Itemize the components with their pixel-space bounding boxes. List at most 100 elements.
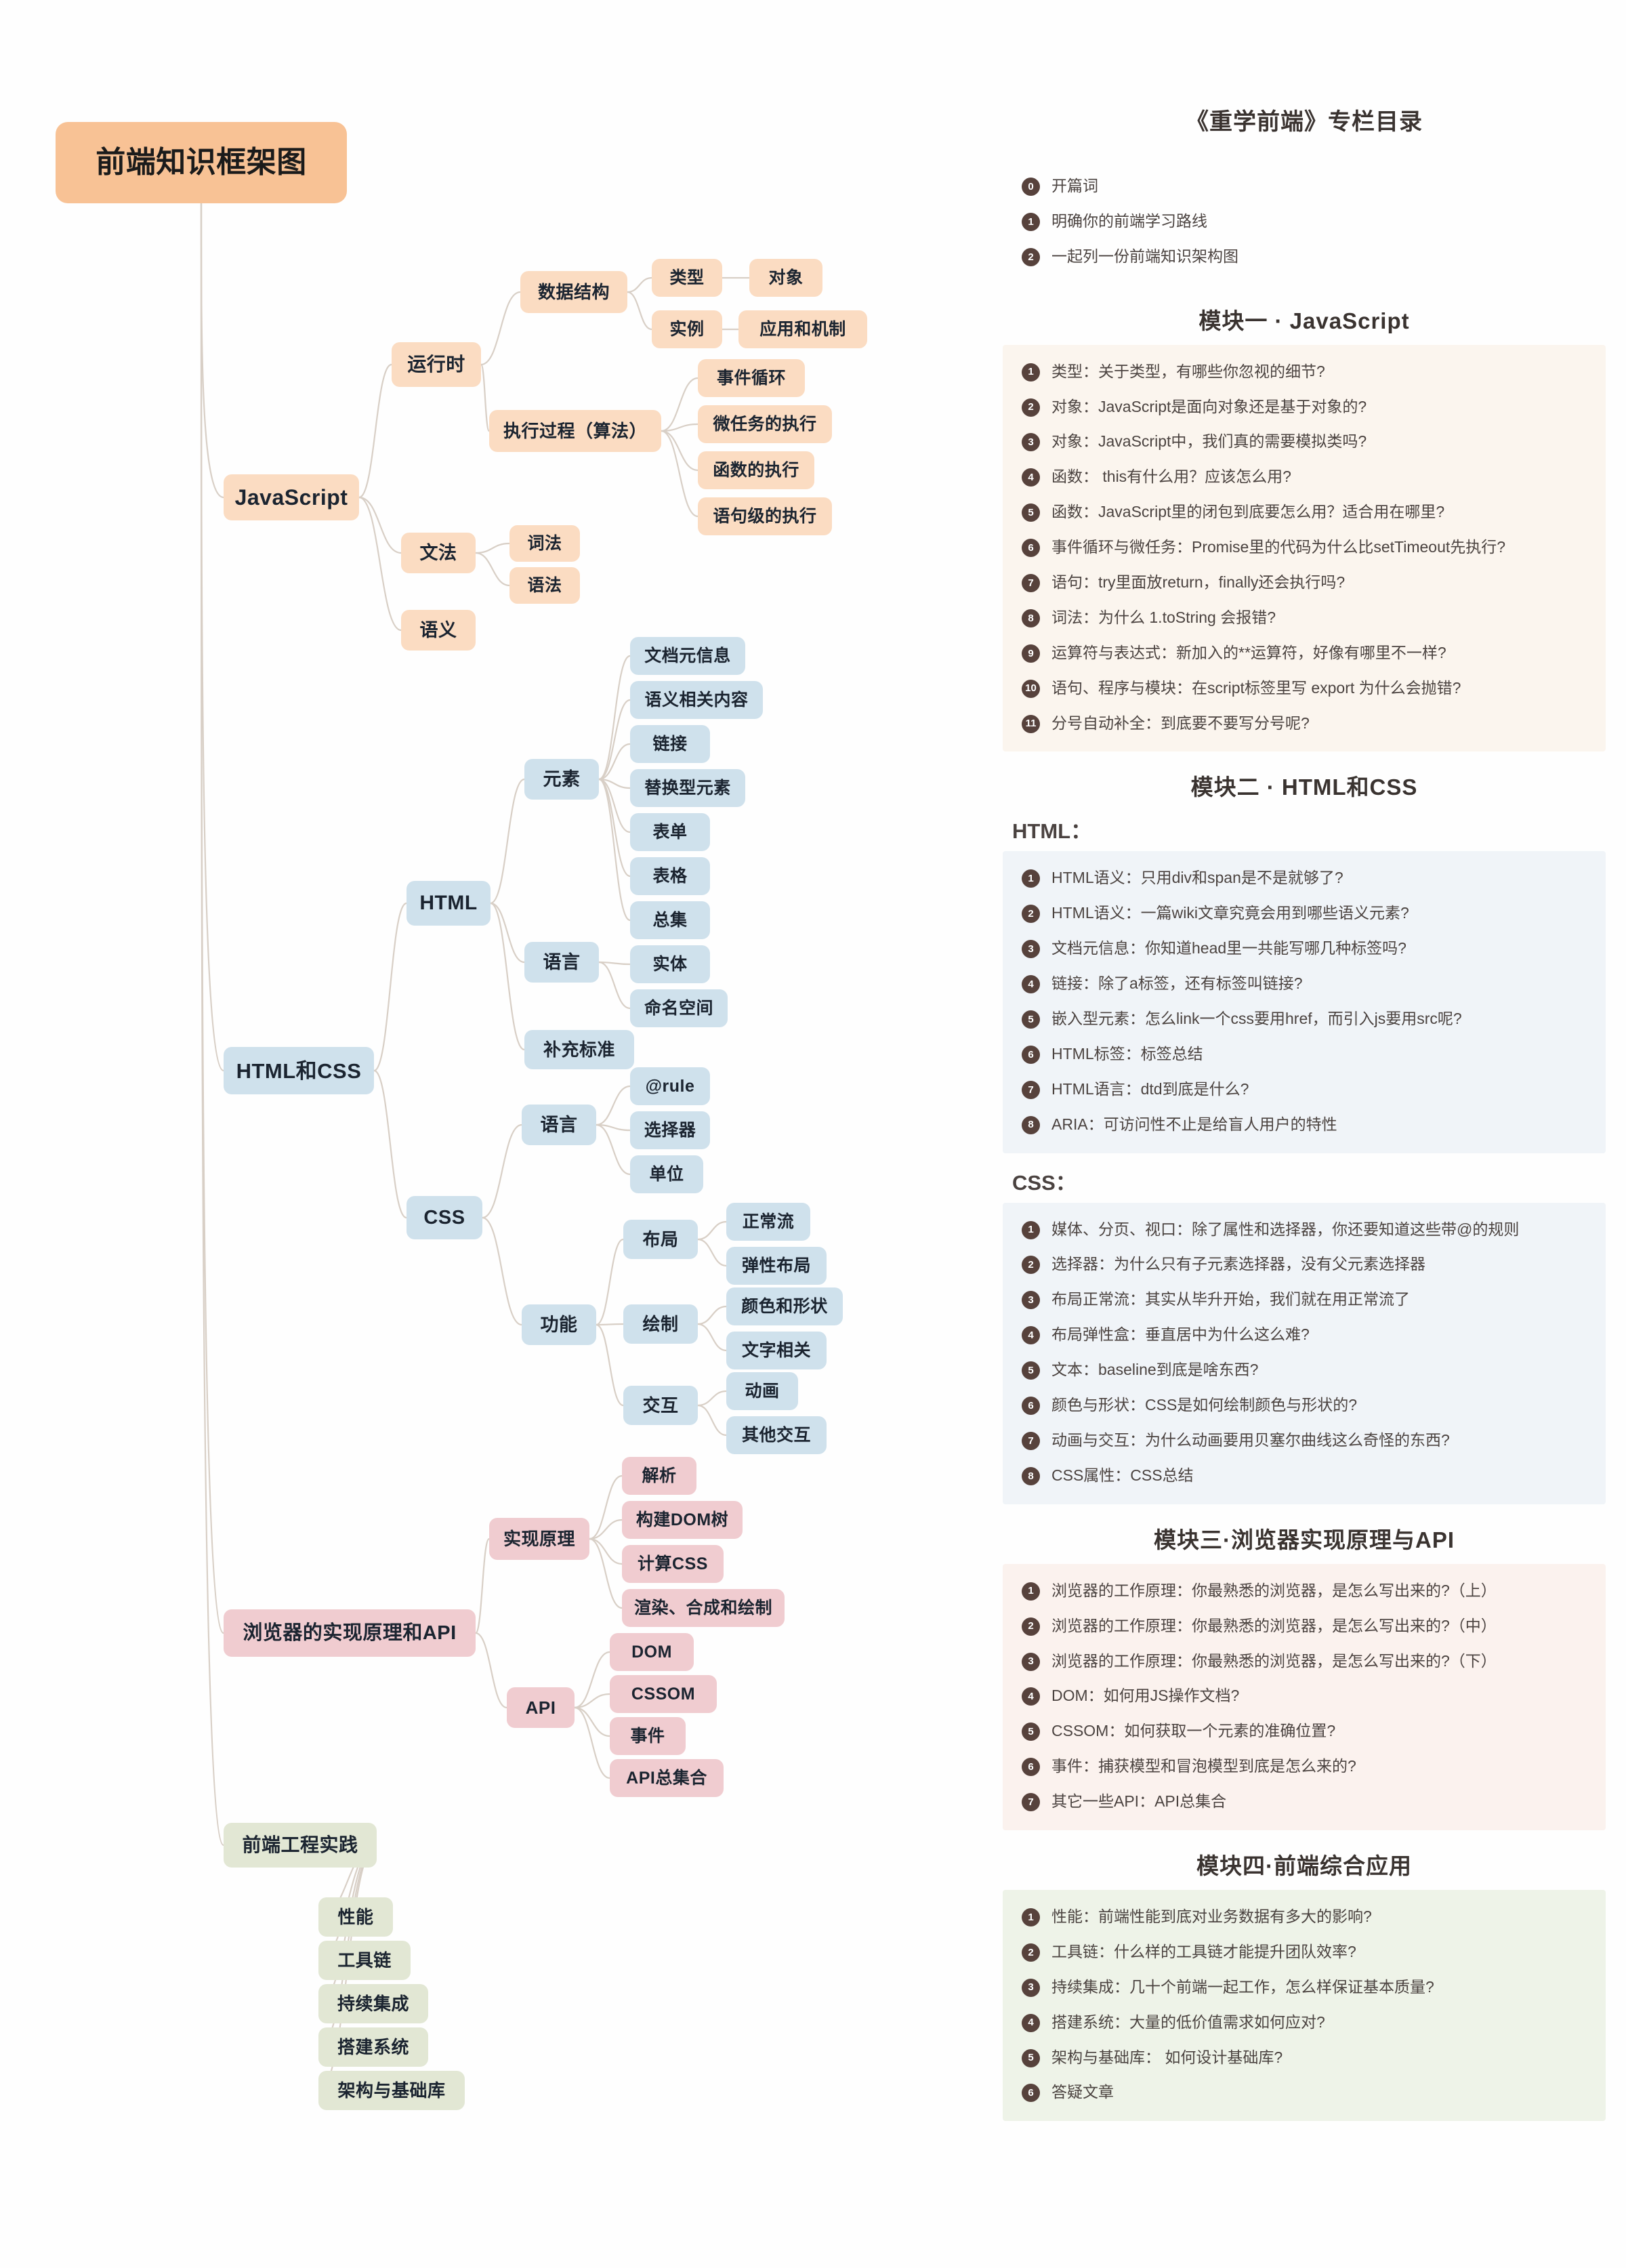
mindmap-node-br-i1[interactable]: 解析 <box>622 1457 696 1495</box>
mindmap-node-br-i4[interactable]: 渲染、合成和绘制 <box>622 1589 785 1627</box>
mindmap-node-br-api[interactable]: API <box>507 1687 575 1728</box>
mindmap-node-js-in[interactable]: 实例 <box>652 310 722 348</box>
mindmap-node-c-drw1[interactable]: 颜色和形状 <box>726 1287 843 1325</box>
mindmap-node-js-sem[interactable]: 语义 <box>401 610 476 651</box>
mindmap-node-js-ep[interactable]: 执行过程（算法） <box>489 410 661 452</box>
mindmap-node-root[interactable]: 前端知识框架图 <box>56 122 347 203</box>
toc-item[interactable]: 6 颜色与形状：CSS是如何绘制颜色与形状的? <box>1003 1388 1606 1423</box>
mindmap-node-eng-4[interactable]: 搭建系统 <box>318 2027 428 2067</box>
mindmap-node-c[interactable]: CSS <box>406 1196 482 1239</box>
mindmap-node-h-e1[interactable]: 文档元信息 <box>630 637 745 675</box>
mindmap-node-js-obj[interactable]: 对象 <box>749 259 822 297</box>
mindmap-node-br-a4[interactable]: API总集合 <box>610 1759 724 1797</box>
mindmap-node-c-int2[interactable]: 其他交互 <box>726 1416 827 1454</box>
mindmap-node-h-e7[interactable]: 总集 <box>630 901 710 939</box>
toc-item[interactable]: 3 对象：JavaScript中，我们真的需要模拟类吗? <box>1003 424 1606 459</box>
toc-item[interactable]: 5 CSSOM：如何获取一个元素的准确位置? <box>1003 1714 1606 1749</box>
toc-item[interactable]: 9 运算符与表达式：新加入的**运算符，好像有哪里不一样? <box>1003 636 1606 671</box>
toc-item[interactable]: 3 布局正常流：其实从毕升开始，我们就在用正常流了 <box>1003 1282 1606 1317</box>
mindmap-node-c-l2[interactable]: 选择器 <box>630 1111 710 1149</box>
mindmap-node-eng-3[interactable]: 持续集成 <box>318 1984 428 2023</box>
toc-intro-item[interactable]: 2 一起列一份前端知识架构图 <box>1003 239 1606 274</box>
toc-item[interactable]: 1 类型：关于类型，有哪些你忽视的细节? <box>1003 354 1606 390</box>
toc-item[interactable]: 5 函数：JavaScript里的闭包到底要怎么用？适合用在哪里? <box>1003 495 1606 530</box>
toc-item[interactable]: 10 语句、程序与模块：在script标签里写 export 为什么会抛错? <box>1003 671 1606 706</box>
mindmap-node-h-e3[interactable]: 链接 <box>630 725 710 763</box>
toc-item[interactable]: 7 其它一些API：API总集合 <box>1003 1784 1606 1819</box>
mindmap-node-c-lay2[interactable]: 弹性布局 <box>726 1247 827 1285</box>
mindmap-node-eng-5[interactable]: 架构与基础库 <box>318 2071 465 2110</box>
mindmap-node-h-e2[interactable]: 语义相关内容 <box>630 681 763 719</box>
toc-item[interactable]: 2 对象：JavaScript是面向对象还是基于对象的? <box>1003 390 1606 425</box>
mindmap-node-c-int1[interactable]: 动画 <box>726 1372 798 1410</box>
mindmap-node-br-i2[interactable]: 构建DOM树 <box>622 1501 743 1539</box>
toc-item[interactable]: 7 语句：try里面放return，finally还会执行吗? <box>1003 565 1606 600</box>
toc-item[interactable]: 7 动画与交互：为什么动画要用贝塞尔曲线这么奇怪的东西? <box>1003 1423 1606 1458</box>
mindmap-node-br-imp[interactable]: 实现原理 <box>489 1518 589 1560</box>
mindmap-node-c-l1[interactable]: @rule <box>630 1067 710 1105</box>
toc-item[interactable]: 2 选择器：为什么只有子元素选择器，没有父元素选择器 <box>1003 1247 1606 1282</box>
toc-item[interactable]: 2 HTML语义：一篇wiki文章究竟会用到哪些语义元素? <box>1003 896 1606 931</box>
toc-item[interactable]: 3 持续集成：几十个前端一起工作，怎么样保证基本质量? <box>1003 1970 1606 2005</box>
toc-item[interactable]: 2 工具链：什么样的工具链才能提升团队效率? <box>1003 1935 1606 1970</box>
mindmap-node-c-lay[interactable]: 布局 <box>623 1220 698 1259</box>
mindmap-node-h-e4[interactable]: 替换型元素 <box>630 769 745 807</box>
mindmap-node-h-l1[interactable]: 实体 <box>630 945 710 983</box>
toc-item[interactable]: 7 HTML语言：dtd到底是什么? <box>1003 1072 1606 1107</box>
toc-item[interactable]: 6 HTML标签：标签总结 <box>1003 1037 1606 1072</box>
toc-item[interactable]: 1 HTML语义：只用div和span是不是就够了? <box>1003 861 1606 896</box>
mindmap-node-h-e5[interactable]: 表单 <box>630 813 710 851</box>
toc-intro-item[interactable]: 0 开篇词 <box>1003 169 1606 204</box>
mindmap-node-js-ty[interactable]: 类型 <box>652 259 722 297</box>
toc-item[interactable]: 4 函数： this有什么用？应该怎么用? <box>1003 459 1606 495</box>
mindmap-node-c-int[interactable]: 交互 <box>623 1386 698 1425</box>
toc-item[interactable]: 1 媒体、分页、视口：除了属性和选择器，你还要知道这些带@的规则 <box>1003 1212 1606 1248</box>
mindmap-node-js-el[interactable]: 事件循环 <box>698 359 805 397</box>
toc-item[interactable]: 3 文档元信息：你知道head里一共能写哪几种标签吗? <box>1003 931 1606 966</box>
mindmap-node-br[interactable]: 浏览器的实现原理和API <box>224 1609 476 1657</box>
mindmap-node-br-a3[interactable]: 事件 <box>610 1717 686 1755</box>
mindmap-node-h[interactable]: HTML <box>406 881 491 926</box>
toc-item[interactable]: 8 词法：为什么 1.toString 会报错? <box>1003 600 1606 636</box>
toc-item[interactable]: 1 浏览器的工作原理：你最熟悉的浏览器，是怎么写出来的?（上） <box>1003 1573 1606 1609</box>
toc-item[interactable]: 4 链接：除了a标签，还有标签叫链接? <box>1003 966 1606 1002</box>
mindmap-node-js-rt[interactable]: 运行时 <box>392 342 481 387</box>
mindmap-node-c-drw2[interactable]: 文字相关 <box>726 1332 827 1369</box>
mindmap-node-js-syn[interactable]: 语法 <box>509 567 580 604</box>
toc-item[interactable]: 11 分号自动补全：到底要不要写分号呢? <box>1003 706 1606 741</box>
mindmap-node-js-gr[interactable]: 文法 <box>401 533 476 573</box>
toc-item[interactable]: 2 浏览器的工作原理：你最熟悉的浏览器，是怎么写出来的?（中） <box>1003 1609 1606 1644</box>
mindmap-node-js-lex[interactable]: 词法 <box>509 525 580 562</box>
toc-item[interactable]: 5 架构与基础库： 如何设计基础库? <box>1003 2040 1606 2076</box>
mindmap-node-h-lang[interactable]: 语言 <box>524 942 599 983</box>
toc-item[interactable]: 4 布局弹性盒：垂直居中为什么这么难? <box>1003 1317 1606 1353</box>
mindmap-node-h-std[interactable]: 补充标准 <box>524 1030 634 1069</box>
mindmap-node-js[interactable]: JavaScript <box>224 474 359 520</box>
toc-item[interactable]: 5 嵌入型元素：怎么link一个css要用href，而引入js要用src呢? <box>1003 1002 1606 1037</box>
mindmap-node-js-am[interactable]: 应用和机制 <box>738 310 867 348</box>
toc-item[interactable]: 5 文本：baseline到底是啥东西? <box>1003 1353 1606 1388</box>
toc-item[interactable]: 4 搭建系统：大量的低价值需求如何应对? <box>1003 2005 1606 2040</box>
mindmap-node-c-l3[interactable]: 单位 <box>630 1155 703 1193</box>
toc-item[interactable]: 8 CSS属性：CSS总结 <box>1003 1458 1606 1493</box>
mindmap-node-c-drw[interactable]: 绘制 <box>623 1304 698 1344</box>
mindmap-node-eng-2[interactable]: 工具链 <box>318 1941 411 1980</box>
mindmap-node-c-lay1[interactable]: 正常流 <box>726 1203 810 1241</box>
toc-item[interactable]: 6 事件：捕获模型和冒泡模型到底是怎么来的? <box>1003 1749 1606 1784</box>
mindmap-node-br-a2[interactable]: CSSOM <box>610 1675 717 1713</box>
mindmap-node-eng[interactable]: 前端工程实践 <box>224 1823 377 1868</box>
toc-item[interactable]: 6 答疑文章 <box>1003 2075 1606 2110</box>
toc-item[interactable]: 8 ARIA：可访问性不止是给盲人用户的特性 <box>1003 1107 1606 1142</box>
mindmap-node-h-e6[interactable]: 表格 <box>630 857 710 895</box>
toc-item[interactable]: 3 浏览器的工作原理：你最熟悉的浏览器，是怎么写出来的?（下） <box>1003 1644 1606 1679</box>
mindmap-node-hc[interactable]: HTML和CSS <box>224 1047 374 1094</box>
mindmap-node-js-fe[interactable]: 函数的执行 <box>698 451 814 489</box>
mindmap-node-c-fn[interactable]: 功能 <box>522 1304 596 1345</box>
toc-intro-item[interactable]: 1 明确你的前端学习路线 <box>1003 204 1606 239</box>
mindmap-node-br-i3[interactable]: 计算CSS <box>622 1545 724 1583</box>
toc-item[interactable]: 4 DOM：如何用JS操作文档? <box>1003 1678 1606 1714</box>
toc-item[interactable]: 6 事件循环与微任务：Promise里的代码为什么比setTimeout先执行? <box>1003 530 1606 565</box>
mindmap-node-js-ds[interactable]: 数据结构 <box>520 271 627 313</box>
mindmap-node-eng-1[interactable]: 性能 <box>318 1897 393 1937</box>
mindmap-node-br-a1[interactable]: DOM <box>610 1633 694 1671</box>
